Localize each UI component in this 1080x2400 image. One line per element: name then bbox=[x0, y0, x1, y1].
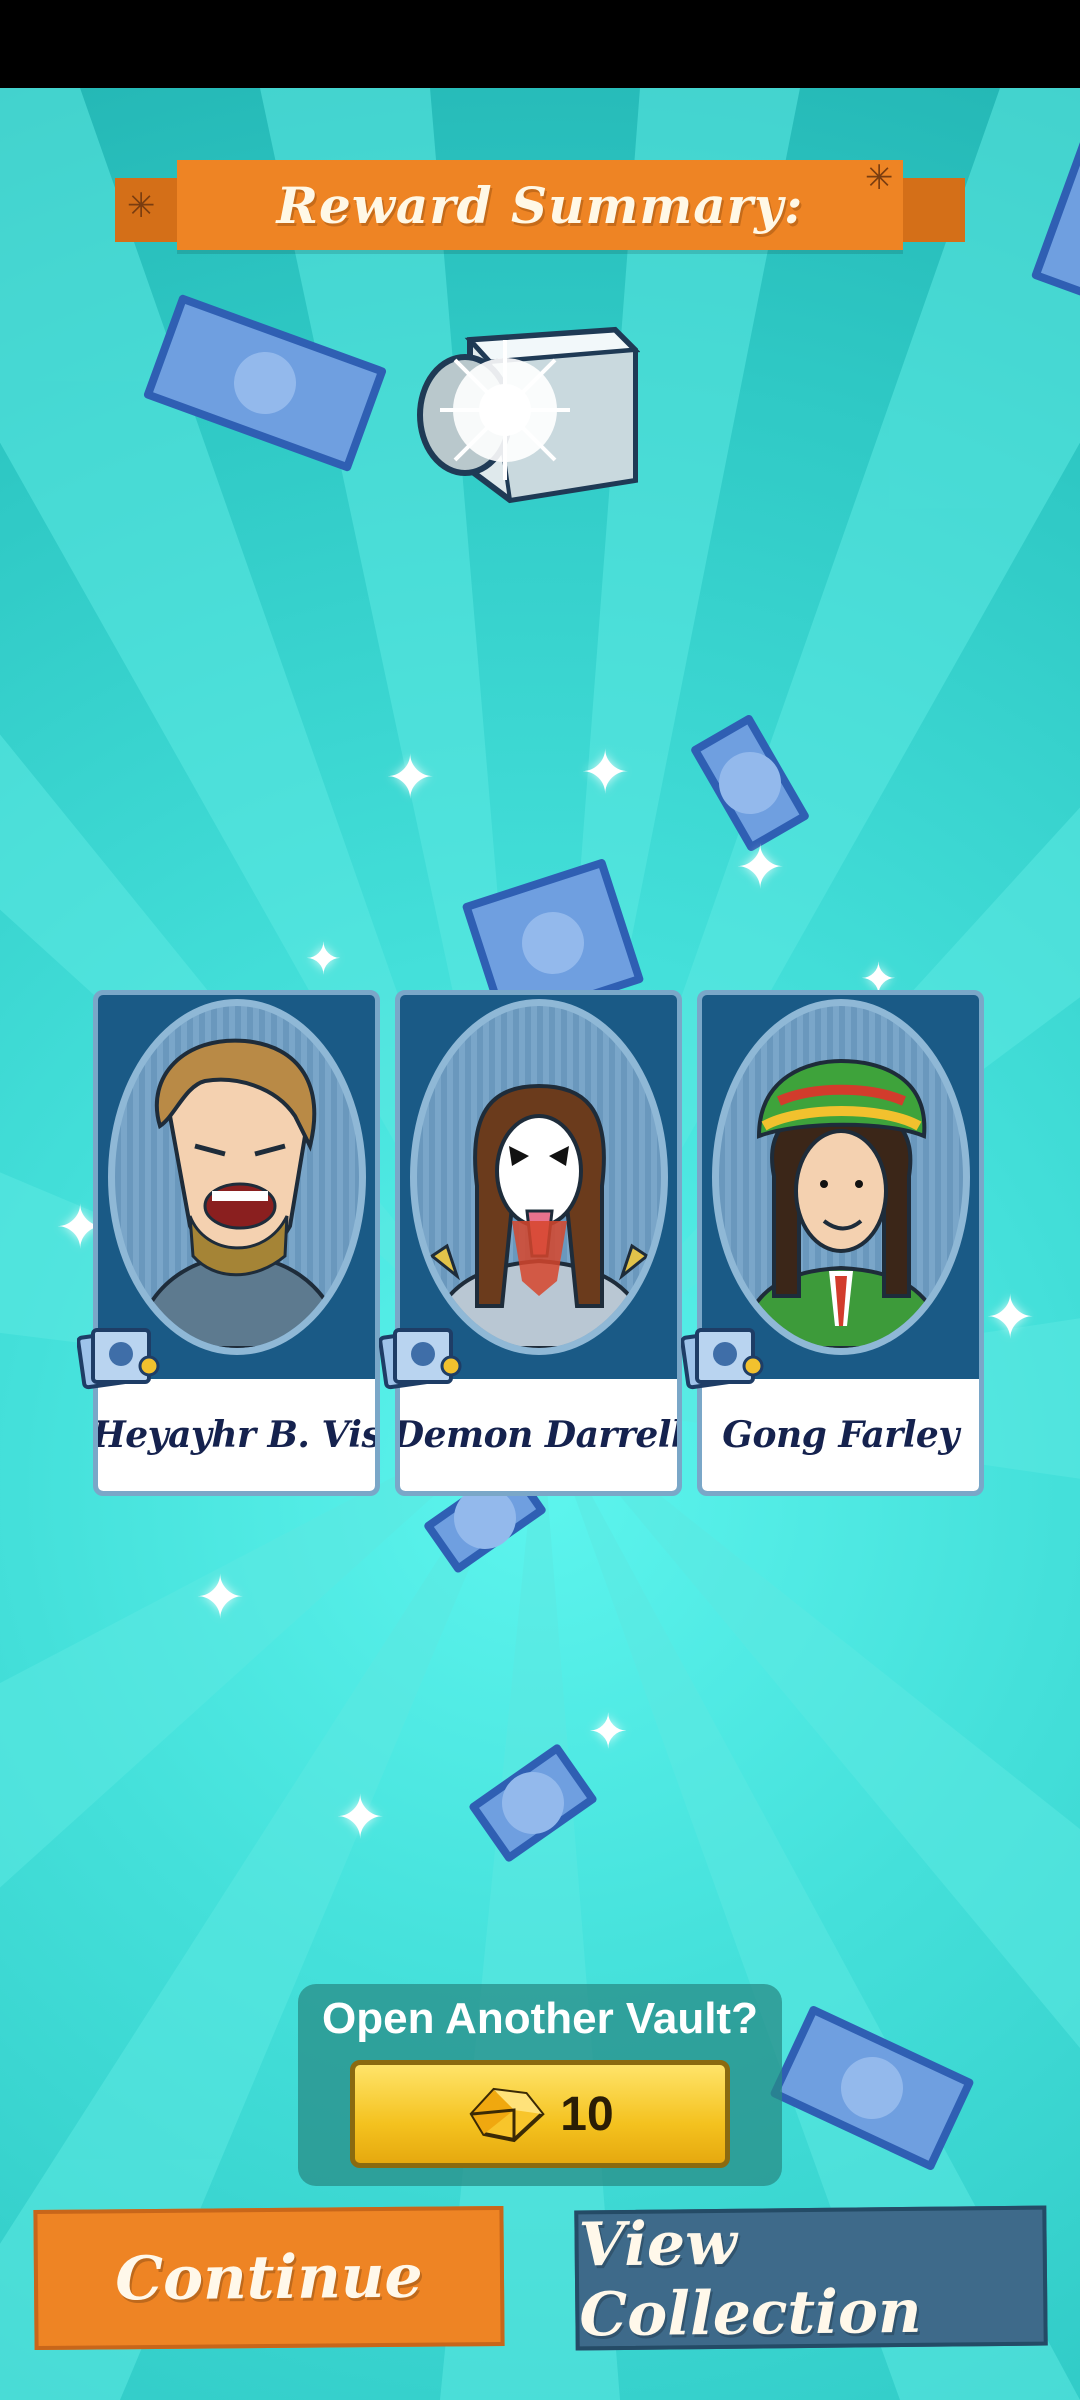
character-card[interactable]: Gong Farley bbox=[697, 990, 984, 1496]
banner-title: Reward Summary: bbox=[276, 175, 804, 235]
card-stack-icon bbox=[379, 1328, 462, 1390]
reward-cards: Heyayhr B. Vis Demon Darrell Gong Farley bbox=[77, 990, 985, 1496]
sparkle-icon: ✦ bbox=[335, 1783, 386, 1853]
character-card[interactable]: Heyayhr B. Vis bbox=[93, 990, 380, 1496]
banner-body: Reward Summary: bbox=[177, 160, 903, 250]
status-bar bbox=[0, 0, 1080, 88]
character-portrait-art bbox=[132, 1038, 348, 1348]
atomic-star-icon: ✳ bbox=[865, 158, 894, 198]
sparkle-icon: ✦ bbox=[588, 1704, 629, 1760]
atomic-star-icon: ✳ bbox=[127, 186, 156, 226]
open-another-vault-panel: Open Another Vault? 10 bbox=[298, 1984, 782, 2186]
sparkle-icon: ✦ bbox=[195, 1563, 246, 1633]
character-name: Heyayhr B. Vis bbox=[93, 1414, 380, 1456]
continue-label: Continue bbox=[115, 2241, 423, 2315]
character-nameplate: Gong Farley bbox=[702, 1379, 979, 1491]
gem-icon bbox=[469, 2087, 546, 2143]
card-stack-icon bbox=[77, 1328, 160, 1390]
sparkle-icon: ✦ bbox=[305, 934, 342, 985]
reward-summary-banner: Reward Summary: ✳ ✳ bbox=[115, 158, 965, 250]
character-portrait-art bbox=[736, 1058, 950, 1348]
character-name: Gong Farley bbox=[722, 1414, 959, 1456]
character-card[interactable]: Demon Darrell bbox=[395, 990, 682, 1496]
gem-cost: 10 bbox=[560, 2087, 614, 2141]
continue-button[interactable]: Continue bbox=[33, 2205, 505, 2351]
sparkle-icon: ✦ bbox=[985, 1283, 1036, 1353]
character-nameplate: Demon Darrell bbox=[400, 1379, 677, 1491]
open-another-vault-title: Open Another Vault? bbox=[322, 1994, 758, 2043]
card-stack-icon bbox=[681, 1328, 764, 1390]
sparkle-icon: ✦ bbox=[735, 833, 786, 903]
character-portrait bbox=[410, 999, 668, 1355]
view-collection-label: View Collection bbox=[578, 2208, 922, 2351]
character-portrait-art bbox=[424, 1083, 655, 1348]
open-vault-gem-button[interactable]: 10 bbox=[350, 2060, 730, 2168]
reward-scene: ✦ ✦ ✦ ✦ ✦ ✦ ✦ ✦ ✦ ✦ Reward Summary: ✳ ✳ bbox=[0, 88, 1080, 2400]
sparkle-icon: ✦ bbox=[385, 743, 436, 813]
sparkle-icon: ✦ bbox=[580, 738, 631, 808]
character-name: Demon Darrell bbox=[395, 1414, 682, 1456]
character-nameplate: Heyayhr B. Vis bbox=[98, 1379, 375, 1491]
view-collection-button[interactable]: View Collection bbox=[574, 2205, 1048, 2351]
character-portrait bbox=[712, 999, 970, 1355]
diamond-vault-icon bbox=[417, 326, 640, 504]
character-portrait bbox=[108, 999, 366, 1355]
